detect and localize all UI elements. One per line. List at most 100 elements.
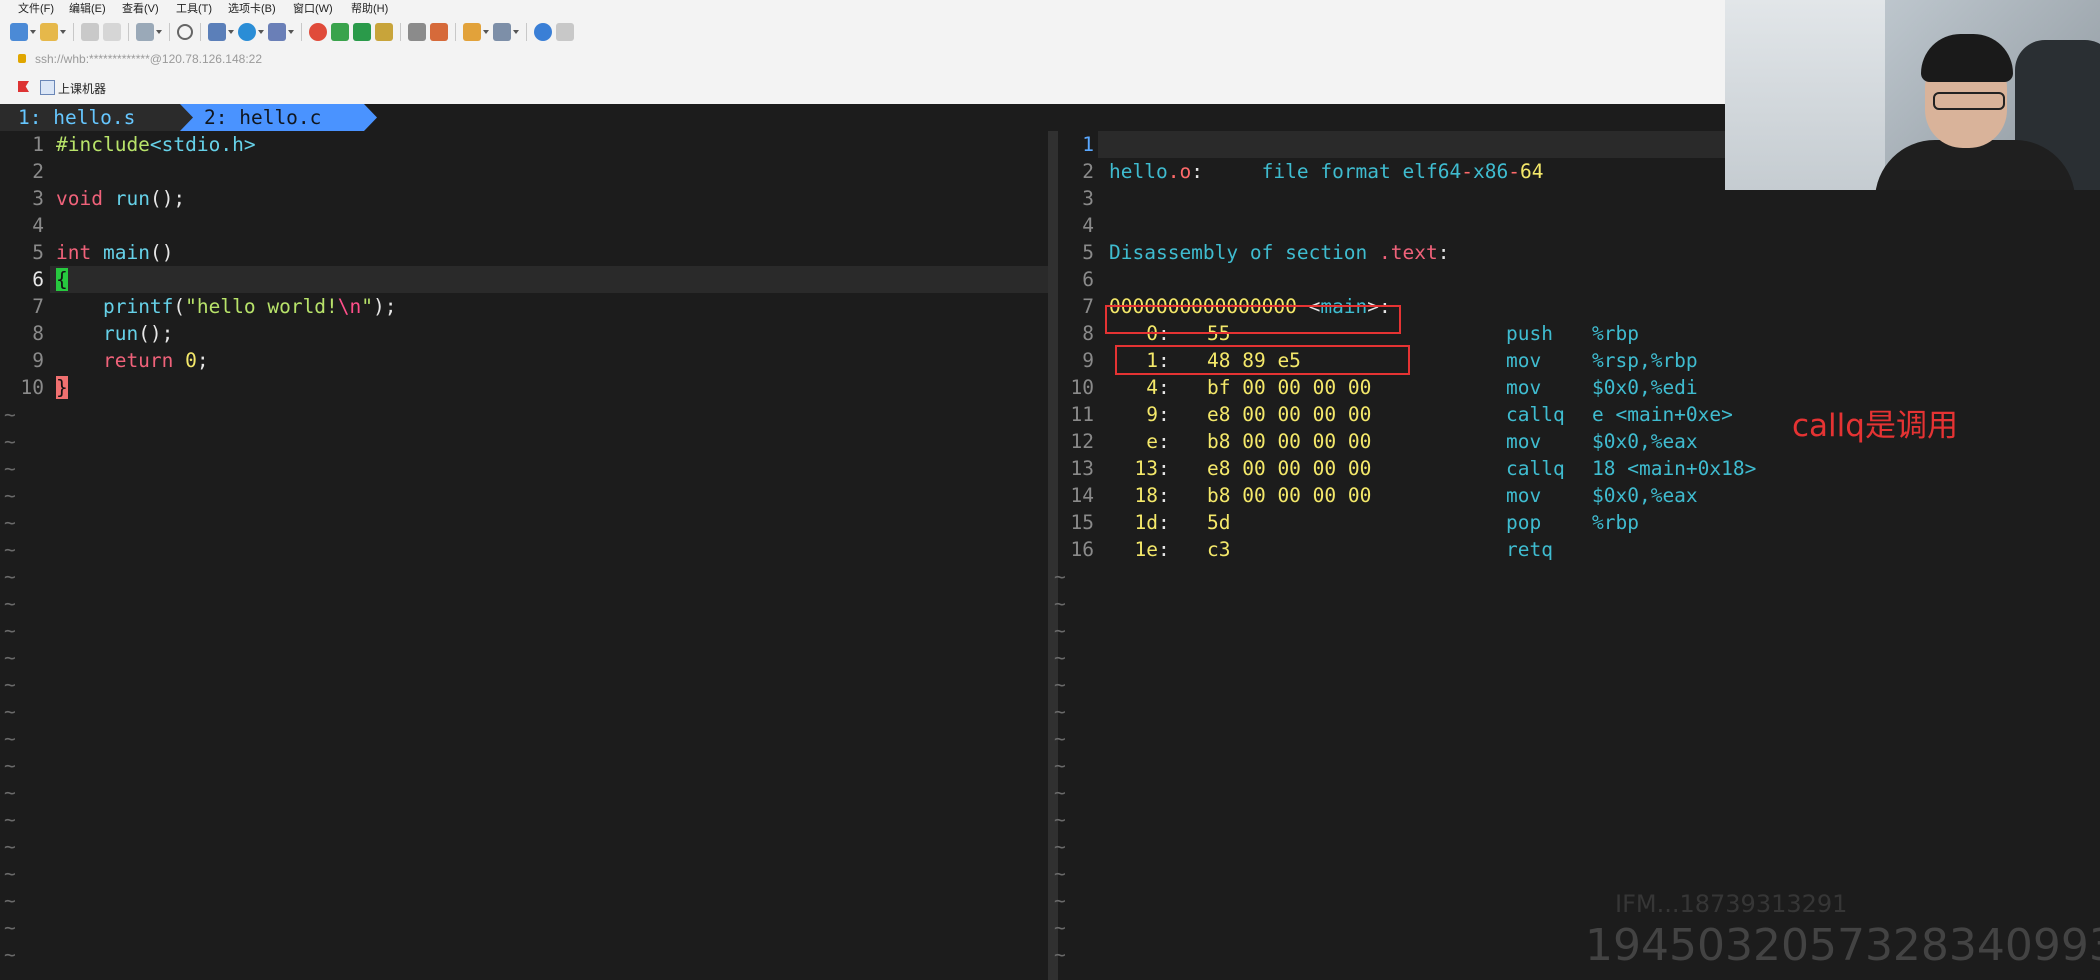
escape-sequence: \n	[337, 295, 362, 318]
empty-line-tilde: ~	[4, 619, 16, 642]
bookmark-flag-icon[interactable]	[18, 81, 29, 92]
punctuation: (	[173, 295, 186, 318]
menu-view[interactable]: 查看(V)	[122, 0, 159, 16]
asm-colon: :	[1158, 538, 1170, 561]
asm-mnemonic: mov	[1506, 484, 1542, 507]
empty-line-tilde: ~	[4, 484, 16, 507]
search-icon[interactable]	[177, 24, 193, 40]
empty-line-tilde: ~	[4, 835, 16, 858]
terminal[interactable]: 1: hello.s 2: hello.c 1 2 3 4 5 6 7 8 9 …	[0, 104, 2100, 980]
file-extension: .o	[1167, 160, 1192, 183]
asm-bytes: e8 00 00 00 00	[1207, 403, 1372, 426]
tab-hello-s[interactable]: 1: hello.s	[0, 104, 200, 131]
empty-line-tilde: ~	[4, 538, 16, 561]
globe-icon[interactable]	[238, 23, 256, 41]
folder-icon[interactable]	[463, 23, 481, 41]
line-number: 16	[1070, 538, 1094, 561]
empty-line-tilde: ~	[4, 889, 16, 912]
cursor-line	[50, 266, 1048, 293]
fullscreen-icon[interactable]	[353, 23, 371, 41]
include-header: <stdio.h>	[149, 133, 256, 156]
empty-line-tilde: ~	[4, 916, 16, 939]
asm-operands: %rbp	[1592, 511, 1639, 534]
menu-file[interactable]: 文件(F)	[18, 0, 54, 16]
open-folder-icon[interactable]	[40, 23, 58, 41]
asm-operands: $0x0,%eax	[1592, 430, 1698, 453]
function-name: run	[56, 322, 139, 345]
asm-bytes: e8 00 00 00 00	[1207, 457, 1372, 480]
line-number: 10	[20, 376, 44, 399]
menu-tools[interactable]: 工具(T)	[176, 0, 212, 16]
empty-line-tilde: ~	[4, 754, 16, 777]
connect-icon[interactable]	[81, 23, 99, 41]
empty-line-tilde: ~	[1054, 916, 1066, 939]
new-session-icon[interactable]	[10, 23, 28, 41]
line-number: 8	[32, 322, 44, 345]
xftp-icon[interactable]	[309, 23, 327, 41]
vim-tabline: 1: hello.s 2: hello.c	[0, 104, 1725, 131]
line-number: 3	[1082, 187, 1094, 210]
code-line: return 0;	[56, 347, 209, 374]
bookmark-bar: 上课机器	[0, 76, 1725, 98]
xshell-icon[interactable]	[331, 23, 349, 41]
asm-mnemonic: pop	[1506, 511, 1542, 534]
help-icon[interactable]	[534, 23, 552, 41]
tab-hello-c[interactable]: 2: hello.c	[180, 104, 377, 131]
address-bar[interactable]: ssh://whb:*************@120.78.126.148:2…	[0, 50, 1725, 70]
right-pane-hello-s[interactable]: 1 2 3 4 5 6 7 8 9 10 11 12 13 14 15 16 h…	[1054, 131, 2100, 980]
bookmark-label[interactable]: 上课机器	[58, 80, 106, 97]
string-literal: "	[361, 295, 374, 318]
line-number: 11	[1070, 403, 1094, 426]
include-directive: #include	[56, 133, 150, 156]
left-pane-hello-c[interactable]: 1 2 3 4 5 6 7 8 9 10 #include<stdio.h> v…	[0, 131, 1048, 980]
chat-icon[interactable]	[556, 23, 574, 41]
asm-operands: $0x0,%edi	[1592, 376, 1698, 399]
font-icon[interactable]	[268, 23, 286, 41]
keyword: return	[56, 349, 174, 372]
color-scheme-icon[interactable]	[208, 23, 226, 41]
pen-icon[interactable]	[430, 23, 448, 41]
asm-colon: :	[1158, 511, 1170, 534]
line-number: 13	[1070, 457, 1094, 480]
empty-line-tilde: ~	[1054, 754, 1066, 777]
empty-line-tilde: ~	[4, 862, 16, 885]
empty-line-tilde: ~	[4, 457, 16, 480]
menu-edit[interactable]: 编辑(E)	[69, 0, 106, 16]
keyboard-icon[interactable]	[408, 23, 426, 41]
cursor-line	[1098, 131, 1785, 158]
line-number: 12	[1070, 430, 1094, 453]
punctuation: -	[1461, 160, 1473, 183]
line-number: 4	[32, 214, 44, 237]
line-number: 14	[1070, 484, 1094, 507]
section-name: .text	[1379, 241, 1438, 264]
line-number: 1	[32, 133, 44, 156]
line-number: 4	[1082, 214, 1094, 237]
layout-icon[interactable]	[493, 23, 511, 41]
code-line: {	[56, 266, 68, 293]
punctuation: -	[1508, 160, 1520, 183]
line-number: 15	[1070, 511, 1094, 534]
disconnect-icon[interactable]	[103, 23, 121, 41]
menu-tabs[interactable]: 选项卡(B)	[228, 0, 276, 16]
asm-colon: :	[1158, 430, 1170, 453]
punctuation: ();	[149, 187, 186, 210]
code-line: printf("hello world!\n");	[56, 293, 397, 320]
asm-operands: e <main+0xe>	[1592, 403, 1733, 426]
copy-icon[interactable]	[136, 23, 154, 41]
menu-help[interactable]: 帮助(H)	[351, 0, 388, 16]
asm-mnemonic: mov	[1506, 376, 1542, 399]
punctuation: :	[1437, 241, 1450, 264]
asm-mnemonic: callq	[1506, 457, 1565, 480]
tab-label: 2: hello.c	[204, 106, 322, 129]
section-line: Disassembly of section .text:	[1109, 239, 1449, 266]
keyword: int	[56, 241, 92, 264]
asm-mnemonic: mov	[1506, 349, 1542, 372]
number-literal: 0	[185, 349, 197, 372]
file-format-label: file format	[1261, 160, 1391, 183]
asm-colon: :	[1158, 484, 1170, 507]
punctuation: :	[1191, 160, 1203, 183]
lock-icon[interactable]	[375, 23, 393, 41]
bookmark-session-icon	[40, 80, 55, 95]
menu-window[interactable]: 窗口(W)	[293, 0, 333, 16]
